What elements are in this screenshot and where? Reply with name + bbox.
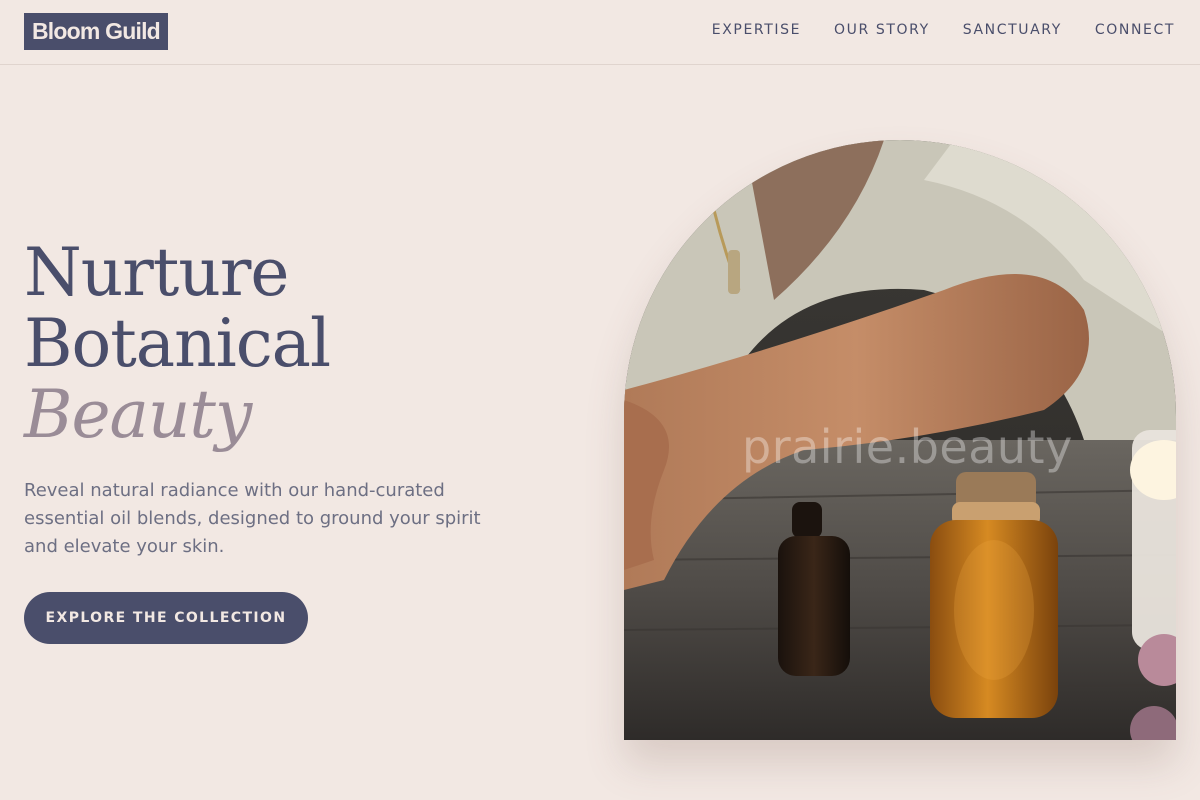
- hero-title: Nurture Botanical Beauty: [24, 234, 331, 453]
- hero-title-line2: Botanical: [24, 305, 331, 382]
- site-header: Bloom Guild EXPERTISE OUR STORY SANCTUAR…: [0, 0, 1200, 65]
- nav-our-story[interactable]: OUR STORY: [834, 22, 930, 38]
- hero-subtitle: Reveal natural radiance with our hand-cu…: [24, 480, 481, 557]
- nav-sanctuary[interactable]: SANCTUARY: [963, 22, 1062, 38]
- main-nav: EXPERTISE OUR STORY SANCTUARY CONNECT: [712, 22, 1175, 38]
- image-watermark: prairie.beauty: [742, 420, 1073, 474]
- nav-connect[interactable]: CONNECT: [1095, 22, 1175, 38]
- explore-collection-button[interactable]: EXPLORE THE COLLECTION: [24, 592, 308, 644]
- nav-expertise[interactable]: EXPERTISE: [712, 22, 801, 38]
- hero-title-accent: Beauty: [24, 376, 252, 453]
- hero-title-line1: Nurture: [24, 234, 289, 311]
- brand-logo[interactable]: Bloom Guild: [24, 13, 168, 50]
